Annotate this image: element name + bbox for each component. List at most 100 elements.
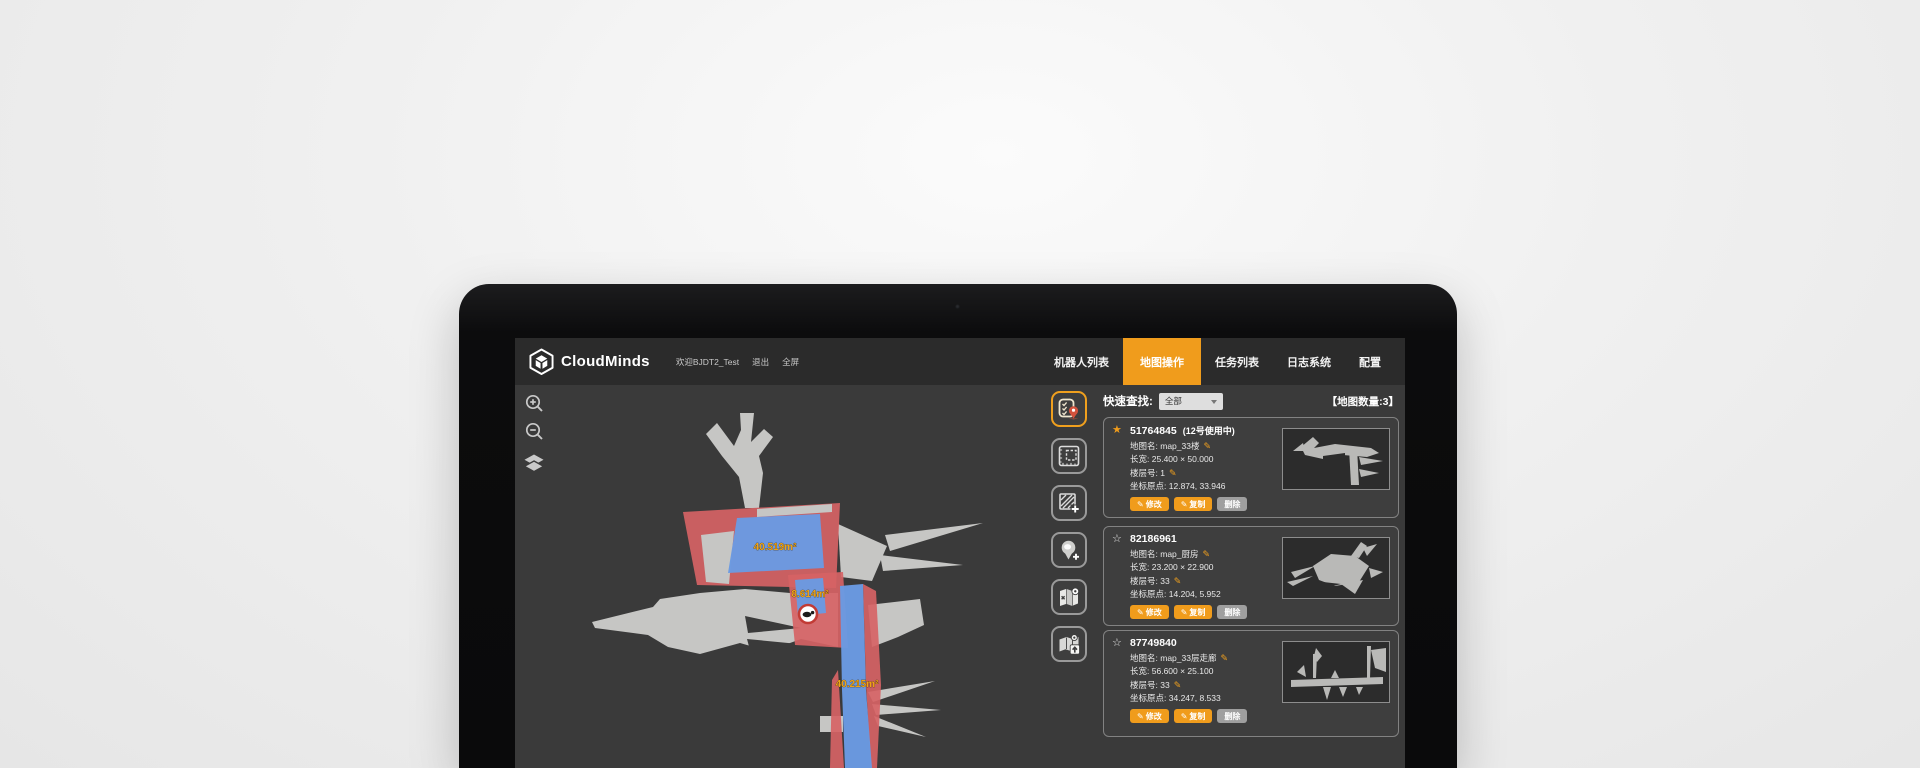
map-card[interactable]: ☆ 87749840 地图名: map_33层走廊✎ 长宽: 56.600 × … (1103, 630, 1399, 737)
chevron-down-icon (1211, 400, 1217, 404)
field-label: 地图名: (1130, 441, 1158, 451)
map-origin: 12.874, 33.946 (1169, 481, 1226, 491)
field-label: 长宽: (1130, 454, 1149, 464)
nav-log-system[interactable]: 日志系统 (1273, 338, 1345, 385)
map-origin: 34.247, 8.533 (1169, 693, 1221, 703)
app-screen: CloudMinds 欢迎BJDT2_Test 退出 全屏 机器人列表 地图操作… (515, 338, 1405, 768)
edit-pencil-icon[interactable]: ✎ (1203, 549, 1211, 559)
nav-task-list[interactable]: 任务列表 (1201, 338, 1273, 385)
map-card[interactable]: ★ 51764845 (12号使用中) 地图名: map_33楼 ✎ 长宽: 25… (1103, 417, 1399, 518)
map-card[interactable]: ☆ 82186961 地图名: map_厨房 ✎ 长宽: 23.200 × 22.… (1103, 526, 1399, 626)
map-floor (701, 531, 734, 584)
map-wall-blob (706, 413, 773, 508)
quick-search-label: 快速查找: (1103, 393, 1153, 409)
map-list-panel: 快速查找: 全部 【地图数量:3】 ★ 51764845 (12号使用中) 地图… (1103, 388, 1399, 768)
tool-map-upload[interactable] (1051, 626, 1087, 662)
edit-pencil-icon[interactable]: ✎ (1174, 680, 1182, 690)
map-size: 23.200 × 22.900 (1152, 562, 1214, 572)
map-toolbar (1051, 391, 1087, 662)
map-floor-number: 1 (1160, 468, 1165, 478)
map-size: 56.600 × 25.100 (1152, 666, 1214, 676)
field-label: 长宽: (1130, 562, 1149, 572)
map-wall-spike (874, 716, 926, 737)
pencil-icon: ✎ (1181, 712, 1188, 721)
main-nav: 机器人列表 地图操作 任务列表 日志系统 配置 (1040, 338, 1395, 385)
edit-map-button[interactable]: ✎修改 (1130, 605, 1169, 619)
edit-map-button[interactable]: ✎修改 (1130, 709, 1169, 723)
region-ruler-select-icon (1058, 445, 1080, 467)
delete-map-button[interactable]: 删除 (1217, 605, 1247, 619)
field-label: 坐标原点: (1130, 481, 1166, 491)
map-in-use-tag: (12号使用中) (1183, 424, 1235, 437)
map-wall-blob (838, 524, 887, 581)
map-filter-dropdown[interactable]: 全部 (1159, 393, 1223, 410)
page-background: CloudMinds 欢迎BJDT2_Test 退出 全屏 机器人列表 地图操作… (0, 0, 1920, 768)
robot-no-entry-marker[interactable] (799, 605, 817, 623)
map-thumbnail (1282, 537, 1390, 599)
edit-pencil-icon[interactable]: ✎ (1203, 441, 1211, 451)
map-floor-number: 33 (1160, 680, 1169, 690)
quick-search-row: 快速查找: 全部 【地图数量:3】 (1103, 390, 1399, 412)
map-name: map_厨房 (1160, 549, 1198, 559)
map-wall-spike (885, 523, 983, 551)
delete-map-button[interactable]: 删除 (1217, 709, 1247, 723)
map-size: 25.400 × 50.000 (1152, 454, 1214, 464)
edit-pencil-icon[interactable]: ✎ (1220, 653, 1228, 663)
field-label: 地图名: (1130, 653, 1158, 663)
brand-name: CloudMinds (561, 353, 650, 370)
map-wall-spike (880, 555, 963, 571)
tool-region-ruler-select[interactable] (1051, 438, 1087, 474)
brand: CloudMinds (529, 338, 650, 385)
edit-pencil-icon[interactable]: ✎ (1174, 576, 1182, 586)
tool-add-location-pin[interactable] (1051, 532, 1087, 568)
delete-map-button[interactable]: 删除 (1217, 497, 1247, 511)
map-id: 51764845 (1130, 425, 1177, 437)
tool-add-virtual-wall[interactable] (1051, 485, 1087, 521)
pencil-icon: ✎ (1137, 712, 1144, 721)
map-origin: 14.204, 5.952 (1169, 589, 1221, 599)
copy-map-button[interactable]: ✎复制 (1174, 709, 1213, 723)
area-label-1: 40.519m² (754, 542, 797, 553)
map-floor-number: 33 (1160, 576, 1169, 586)
favorite-star-icon[interactable]: ☆ (1112, 534, 1124, 545)
tool-folded-map-pin[interactable] (1051, 579, 1087, 615)
fullscreen-link[interactable]: 全屏 (782, 356, 799, 368)
copy-map-button[interactable]: ✎复制 (1174, 497, 1213, 511)
field-label: 坐标原点: (1130, 693, 1166, 703)
pencil-icon: ✎ (1181, 500, 1188, 509)
task-checklist-pin-icon (1058, 398, 1080, 420)
field-label: 坐标原点: (1130, 589, 1166, 599)
field-label: 长宽: (1130, 666, 1149, 676)
edit-pencil-icon[interactable]: ✎ (1169, 468, 1177, 478)
map-filter-selected-value: 全部 (1165, 395, 1182, 407)
tool-task-checklist-pin[interactable] (1051, 391, 1087, 427)
area-label-3: 40.215m² (836, 679, 879, 690)
map-name: map_33楼 (1160, 441, 1199, 451)
folded-map-pin-icon (1058, 586, 1080, 608)
area-label-2: 8.614m² (791, 589, 829, 600)
favorite-star-icon[interactable]: ☆ (1112, 638, 1124, 649)
favorite-star-icon[interactable]: ★ (1112, 425, 1124, 436)
map-id: 82186961 (1130, 533, 1177, 545)
logout-link[interactable]: 退出 (752, 356, 769, 368)
field-label: 地图名: (1130, 549, 1158, 559)
field-label: 楼层号: (1130, 468, 1158, 478)
map-canvas[interactable]: 40.519m² 8.614m² 40.215m² (535, 385, 1055, 768)
nav-map-operation[interactable]: 地图操作 (1123, 338, 1201, 385)
webcam-dot (955, 304, 960, 309)
field-label: 楼层号: (1130, 576, 1158, 586)
field-label: 楼层号: (1130, 680, 1158, 690)
pencil-icon: ✎ (1181, 608, 1188, 617)
nav-config[interactable]: 配置 (1345, 338, 1395, 385)
edit-map-button[interactable]: ✎修改 (1130, 497, 1169, 511)
map-thumbnail (1282, 641, 1390, 703)
cloudminds-logo-icon (529, 348, 554, 375)
nav-robot-list[interactable]: 机器人列表 (1040, 338, 1123, 385)
copy-map-button[interactable]: ✎复制 (1174, 605, 1213, 619)
add-virtual-wall-icon (1058, 492, 1080, 514)
map-count-badge: 【地图数量:3】 (1327, 394, 1399, 409)
map-upload-icon (1058, 633, 1080, 655)
pencil-icon: ✎ (1137, 500, 1144, 509)
map-thumbnail (1282, 428, 1390, 490)
add-location-pin-icon (1058, 539, 1080, 561)
